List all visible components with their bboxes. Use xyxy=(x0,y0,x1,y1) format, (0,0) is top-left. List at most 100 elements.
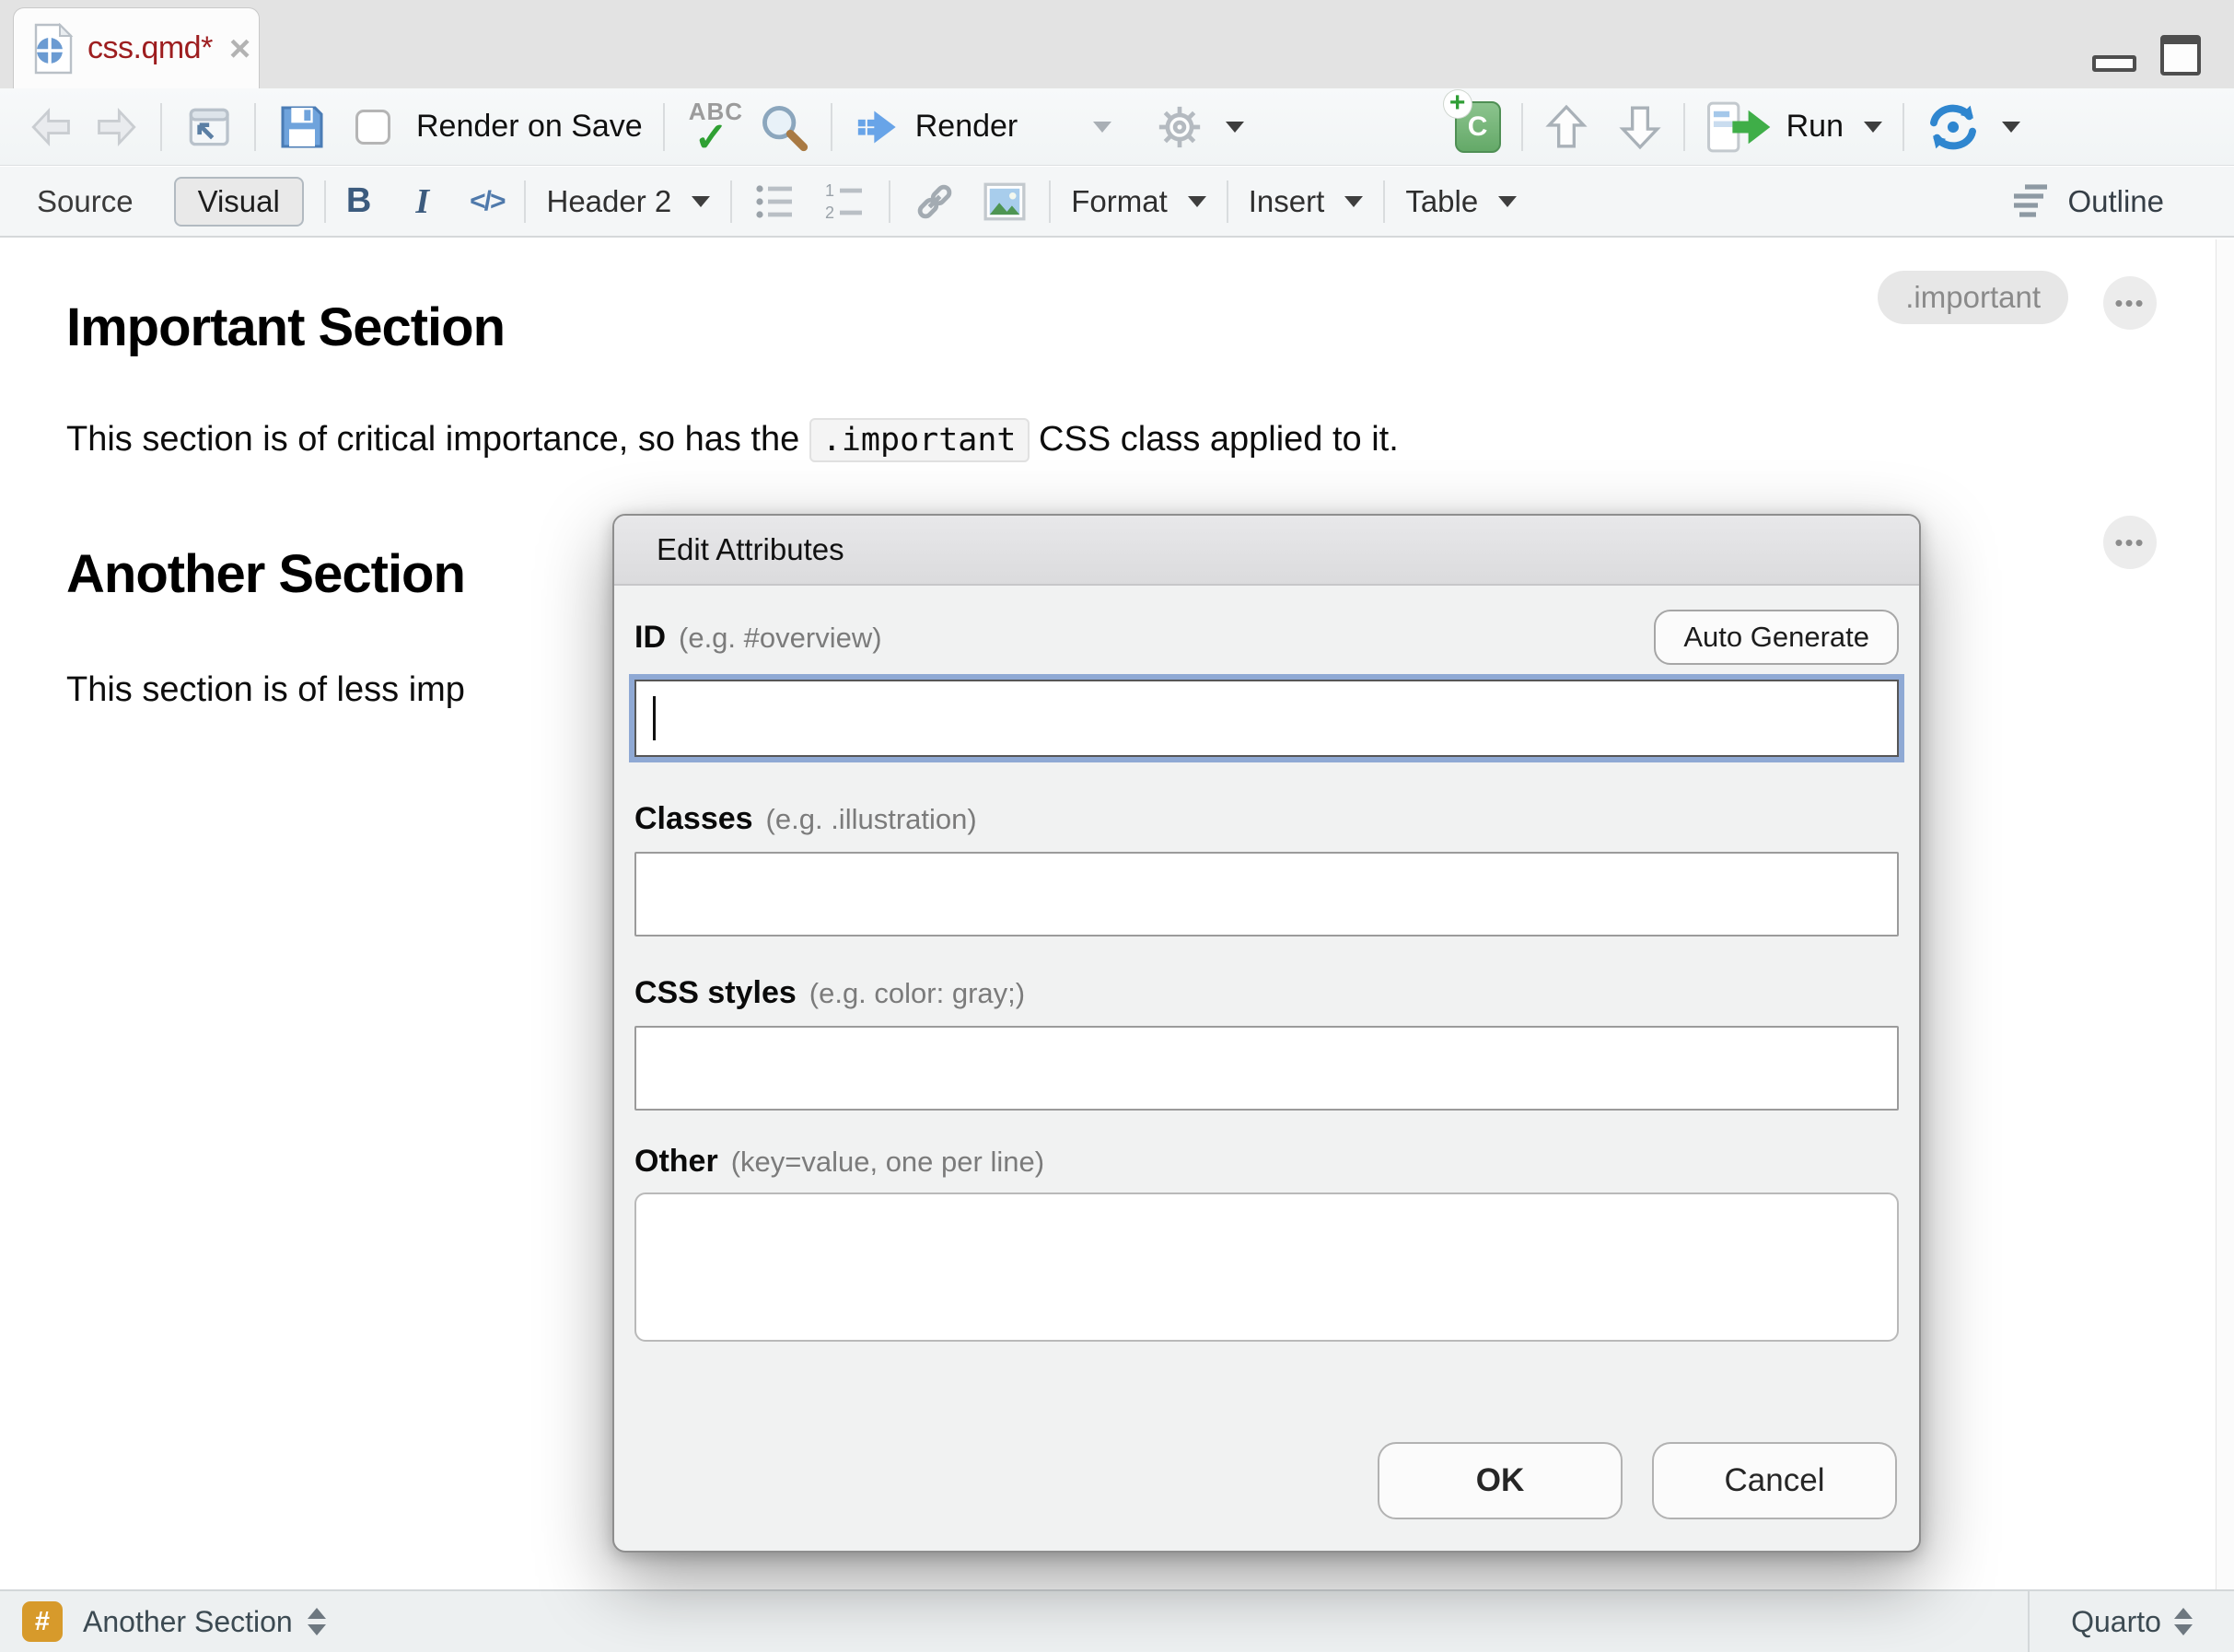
render-on-save-label: Render on Save xyxy=(416,109,643,145)
spellcheck-button[interactable]: ABC ✓ xyxy=(685,99,750,155)
table-menu[interactable]: Table xyxy=(1405,184,1517,219)
run-label: Run xyxy=(1786,109,1844,145)
classes-field-label: Classes(e.g. .illustration) xyxy=(634,801,1899,837)
minimize-pane-icon[interactable] xyxy=(2092,55,2136,72)
format-menu-caret[interactable] xyxy=(1188,196,1206,207)
auto-generate-button[interactable]: Auto Generate xyxy=(1654,610,1899,665)
document-format-selector[interactable]: Quarto xyxy=(2028,1591,2234,1652)
table-menu-caret[interactable] xyxy=(1498,196,1517,207)
outline-icon xyxy=(2007,181,2054,222)
quarto-file-icon xyxy=(30,23,75,75)
sync-icon xyxy=(1925,101,1982,153)
tab-title: css.qmd* xyxy=(87,30,213,66)
other-field-label: Other(key=value, one per line) xyxy=(634,1144,1899,1180)
insert-link-button[interactable] xyxy=(911,180,959,224)
rstudio-source-pane: css.qmd* × xyxy=(0,0,2234,1652)
bold-button[interactable]: B xyxy=(346,181,371,221)
save-button[interactable] xyxy=(276,101,328,153)
render-settings-button[interactable] xyxy=(1154,101,1244,153)
section-selector-arrows-icon[interactable] xyxy=(308,1608,326,1635)
go-to-next-section-button[interactable] xyxy=(1617,101,1663,153)
insert-menu-label: Insert xyxy=(1249,184,1325,219)
format-menu[interactable]: Format xyxy=(1071,184,1206,219)
bullet-list-button[interactable] xyxy=(752,181,798,222)
toolbar-right-group: C + Run xyxy=(1455,101,2234,153)
css-styles-field-label: CSS styles(e.g. color: gray;) xyxy=(634,975,1899,1011)
close-icon[interactable]: × xyxy=(229,30,250,67)
ok-button[interactable]: OK xyxy=(1378,1442,1623,1519)
insert-menu-caret[interactable] xyxy=(1344,196,1363,207)
link-icon xyxy=(911,180,959,224)
paragraph-1-text-after: CSS class applied to it. xyxy=(1030,420,1399,459)
render-label: Render xyxy=(915,109,1018,145)
paragraph-1-text-before: This section is of critical importance, … xyxy=(66,420,809,459)
maximize-pane-icon[interactable] xyxy=(2160,35,2201,76)
bullet-list-icon xyxy=(752,181,798,222)
svg-text:1: 1 xyxy=(825,181,834,200)
back-button[interactable] xyxy=(28,105,77,149)
cancel-button[interactable]: Cancel xyxy=(1652,1442,1897,1519)
run-button[interactable]: Run xyxy=(1705,101,1882,153)
format-selector-arrows-icon[interactable] xyxy=(2174,1608,2193,1635)
classes-input[interactable] xyxy=(634,852,1899,937)
code-button[interactable]: </> xyxy=(470,186,504,217)
checkbox-unchecked[interactable] xyxy=(355,110,390,145)
editor-scrollbar[interactable] xyxy=(2216,239,2234,1589)
section-heading-another[interactable]: Another Section xyxy=(66,543,465,605)
header-level-select[interactable]: Header 2 xyxy=(546,184,710,219)
primary-toolbar: Render on Save ABC ✓ Render xyxy=(0,88,2234,166)
table-menu-label: Table xyxy=(1405,184,1478,219)
paragraph-1[interactable]: This section is of critical importance, … xyxy=(66,420,1399,460)
current-section-selector[interactable]: Another Section xyxy=(83,1605,293,1639)
css-styles-input[interactable] xyxy=(634,1026,1899,1111)
source-refresh-button[interactable] xyxy=(1925,101,2020,153)
paragraph-2[interactable]: This section is of less imp xyxy=(66,670,465,710)
svg-text:2: 2 xyxy=(825,204,834,222)
more-options-icon[interactable]: ••• xyxy=(2103,276,2157,330)
header-level-label: Header 2 xyxy=(546,184,671,219)
settings-dropdown-caret[interactable] xyxy=(1226,122,1244,133)
italic-button[interactable]: I xyxy=(415,181,429,222)
heading-hash-icon: # xyxy=(22,1601,63,1642)
search-icon xyxy=(757,100,810,154)
render-on-save-checkbox[interactable]: Render on Save xyxy=(355,109,643,145)
format-name-label: Quarto xyxy=(2071,1605,2161,1639)
edit-attributes-dialog: Edit Attributes ID(e.g. #overview) Auto … xyxy=(612,514,1921,1553)
format-toolbar: Source Visual B I </> Header 2 12 xyxy=(0,167,2234,238)
insert-menu[interactable]: Insert xyxy=(1249,184,1364,219)
gear-icon xyxy=(1154,101,1205,153)
source-mode-button[interactable]: Source xyxy=(37,184,134,219)
id-input[interactable] xyxy=(634,680,1899,757)
pane-window-controls xyxy=(2092,35,2201,76)
go-to-previous-section-button[interactable] xyxy=(1543,101,1589,153)
spellcheck-icon: ABC ✓ xyxy=(685,99,750,155)
outline-toggle[interactable]: Outline xyxy=(2007,181,2234,222)
outline-label: Outline xyxy=(2067,184,2164,219)
find-replace-button[interactable] xyxy=(757,100,810,154)
inline-code-important[interactable]: .important xyxy=(809,418,1030,462)
render-button[interactable]: Render xyxy=(853,103,1112,151)
run-icon xyxy=(1705,101,1775,153)
visual-mode-button[interactable]: Visual xyxy=(174,177,304,227)
css-class-badge[interactable]: .important xyxy=(1878,271,2068,324)
refresh-dropdown-caret[interactable] xyxy=(2002,122,2020,133)
numbered-list-icon: 12 xyxy=(822,181,868,222)
tab-css-qmd[interactable]: css.qmd* × xyxy=(13,7,260,88)
section-heading-important[interactable]: Important Section xyxy=(66,297,505,358)
insert-chunk-button[interactable]: C + xyxy=(1455,101,1501,153)
numbered-list-button[interactable]: 12 xyxy=(822,181,868,222)
editor-tab-bar: css.qmd* × xyxy=(0,0,2234,88)
image-icon xyxy=(981,179,1029,225)
id-field-label: ID(e.g. #overview) xyxy=(634,620,882,656)
more-options-icon[interactable]: ••• xyxy=(2103,516,2157,569)
editor-status-bar: # Another Section Quarto xyxy=(0,1589,2234,1652)
insert-chunk-icon: C + xyxy=(1455,101,1501,153)
forward-button[interactable] xyxy=(90,105,140,149)
run-dropdown-caret[interactable] xyxy=(1864,122,1882,133)
open-in-new-window-button[interactable] xyxy=(182,103,234,151)
insert-image-button[interactable] xyxy=(981,179,1029,225)
render-dropdown-caret[interactable] xyxy=(1093,122,1111,133)
other-attributes-textarea[interactable] xyxy=(634,1192,1899,1342)
header-dropdown-caret[interactable] xyxy=(692,196,710,207)
text-cursor xyxy=(653,696,656,740)
